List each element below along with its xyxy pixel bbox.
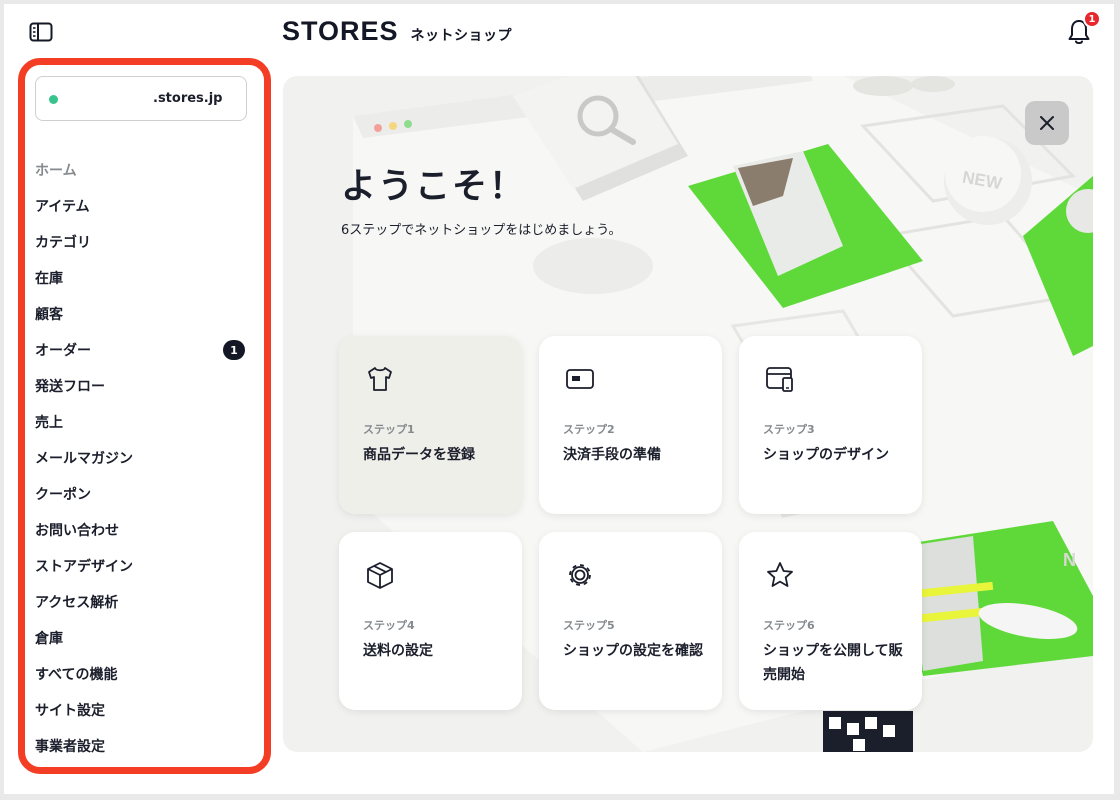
sidebar-item-label: 倉庫 <box>35 631 63 647</box>
sidebar-item-label: お問い合わせ <box>35 523 119 539</box>
step-card-1[interactable]: ステップ1 商品データを登録 <box>339 336 522 514</box>
step-title: 決済手段の準備 <box>563 447 661 463</box>
notification-badge: 1 <box>1083 10 1101 28</box>
sidebar-item-label: メールマガジン <box>35 451 133 467</box>
welcome-subtitle: 6ステップでネットショップをはじめましょう。 <box>341 223 622 238</box>
sidebar-item-warehouse[interactable]: 倉庫 <box>35 620 247 656</box>
step-number: ステップ5 <box>563 619 615 632</box>
step-title: ショップの設定を確認 <box>563 643 703 659</box>
brand-logo[interactable]: STORES ネットショップ <box>282 16 512 47</box>
logo-wordmark: STORES <box>282 16 399 46</box>
sidebar-item-items[interactable]: アイテム <box>35 188 247 224</box>
sidebar-item-label: 事業者設定 <box>35 739 105 755</box>
tshirt-icon <box>368 367 392 391</box>
step-card-2[interactable]: ステップ2 決済手段の準備 <box>539 336 722 514</box>
sidebar-item-inventory[interactable]: 在庫 <box>35 260 247 296</box>
step-card-4[interactable]: ステップ4 送料の設定 <box>339 532 522 710</box>
sidebar-item-categories[interactable]: カテゴリ <box>35 224 247 260</box>
sidebar-item-analytics[interactable]: アクセス解析 <box>35 584 247 620</box>
sidebar-item-label: アイテム <box>35 199 90 215</box>
sidebar-item-label: カテゴリ <box>35 235 91 251</box>
sidebar-nav: ホーム アイテム カテゴリ 在庫 顧客 オーダー 1 発送フロー 売上 メールマ… <box>35 152 247 764</box>
store-domain: .stores.jp <box>153 91 223 106</box>
store-status-dot <box>49 95 58 104</box>
gear-icon <box>569 564 591 586</box>
sidebar-item-label: オーダー <box>35 343 91 359</box>
sidebar-item-all-features[interactable]: すべての機能 <box>35 656 247 692</box>
card-icon <box>566 369 594 389</box>
step-number: ステップ6 <box>763 619 815 632</box>
sidebar-item-coupons[interactable]: クーポン <box>35 476 247 512</box>
step-number: ステップ2 <box>563 423 615 436</box>
sidebar-toggle-icon[interactable] <box>28 20 54 44</box>
sidebar-item-shipping-flow[interactable]: 発送フロー <box>35 368 247 404</box>
sidebar-item-label: 在庫 <box>35 271 63 287</box>
step-title: ショップのデザイン <box>763 447 889 463</box>
step-number: ステップ3 <box>763 423 815 436</box>
store-window-icon <box>766 367 793 392</box>
step-number: ステップ4 <box>363 619 415 632</box>
close-button[interactable] <box>1025 101 1069 145</box>
sidebar-item-label: ホーム <box>35 163 77 179</box>
sidebar-item-label: 売上 <box>35 415 63 431</box>
step-title: 商品データを登録 <box>363 447 475 463</box>
sidebar-item-label: 発送フロー <box>35 379 105 395</box>
star-icon <box>767 562 793 587</box>
sidebar-item-label: 顧客 <box>35 307 63 323</box>
sidebar-item-home[interactable]: ホーム <box>35 152 247 188</box>
step-title: ショップを公開して販売開始 <box>763 643 903 683</box>
svg-text:N: N <box>1063 550 1076 570</box>
sidebar-item-store-design[interactable]: ストアデザイン <box>35 548 247 584</box>
sidebar-item-newsletter[interactable]: メールマガジン <box>35 440 247 476</box>
close-icon <box>1040 116 1054 130</box>
store-selector[interactable]: .stores.jp <box>35 76 247 121</box>
sidebar-item-label: すべての機能 <box>35 667 118 683</box>
sidebar-item-label: アクセス解析 <box>35 595 119 611</box>
step-card-5[interactable]: ステップ5 ショップの設定を確認 <box>539 532 722 710</box>
welcome-title: ようこそ！ <box>341 167 527 207</box>
sidebar-item-orders[interactable]: オーダー 1 <box>35 332 247 368</box>
step-card-6[interactable]: ステップ6 ショップを公開して販売開始 <box>739 532 922 710</box>
sidebar-item-site-settings[interactable]: サイト設定 <box>35 692 247 728</box>
sidebar-item-inquiries[interactable]: お問い合わせ <box>35 512 247 548</box>
box-icon <box>367 562 393 589</box>
step-card-3[interactable]: ステップ3 ショップのデザイン <box>739 336 922 514</box>
sidebar-item-label: ストアデザイン <box>35 559 133 575</box>
sidebar-item-business-settings[interactable]: 事業者設定 <box>35 728 247 764</box>
step-number: ステップ1 <box>363 423 415 436</box>
logo-subtitle: ネットショップ <box>410 28 513 44</box>
sidebar-item-label: サイト設定 <box>35 703 105 719</box>
sidebar-item-customers[interactable]: 顧客 <box>35 296 247 332</box>
orders-count-badge: 1 <box>223 340 245 360</box>
step-title: 送料の設定 <box>363 643 433 659</box>
sidebar-item-label: クーポン <box>35 487 91 503</box>
welcome-panel: NEW N ようこそ！ 6ステップでネットショップをはじめましょう。 ステップ1… <box>283 76 1093 752</box>
sidebar-item-sales[interactable]: 売上 <box>35 404 247 440</box>
